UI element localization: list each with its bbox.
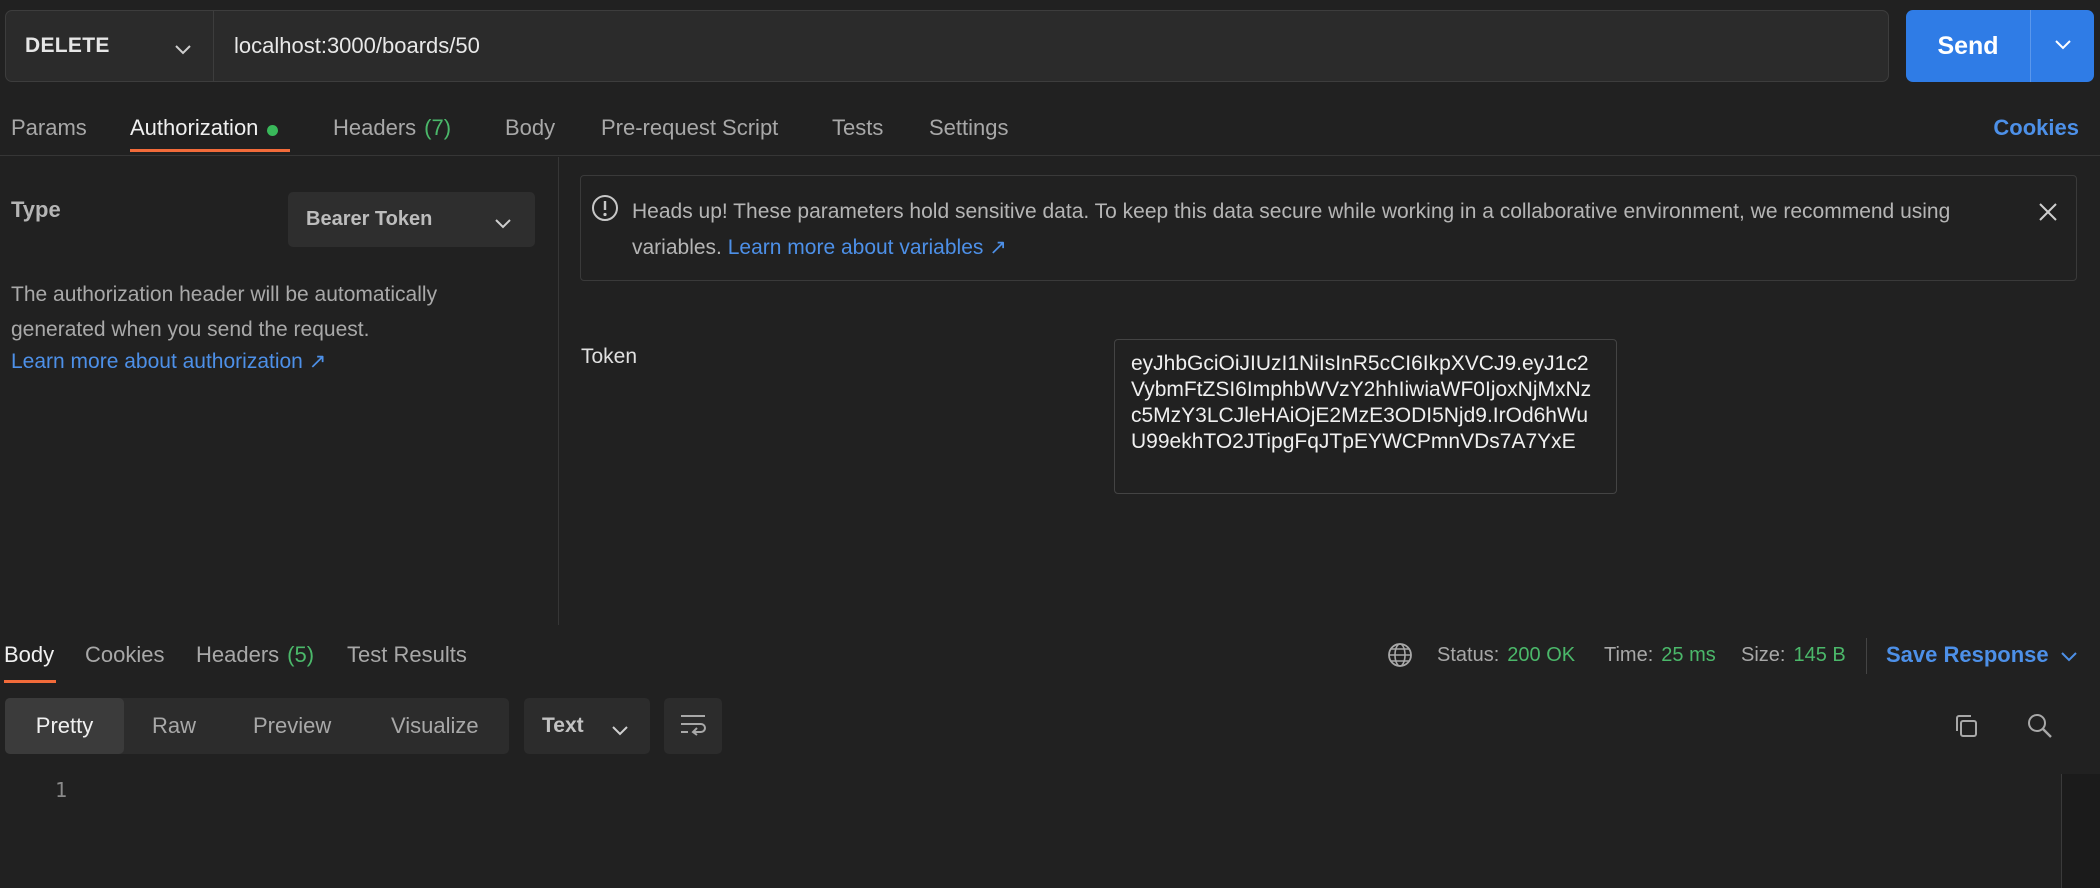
response-tab-cookies[interactable]: Cookies xyxy=(85,626,164,684)
send-button-group: Send xyxy=(1906,10,2094,82)
tab-label: Tests xyxy=(832,115,884,140)
wrap-lines-icon xyxy=(679,712,707,741)
tab-params[interactable]: Params xyxy=(11,100,87,156)
response-header: Body Cookies Headers (5) Test Results St… xyxy=(0,626,2100,684)
send-button[interactable]: Send xyxy=(1906,10,2030,82)
response-headers-count: (5) xyxy=(287,642,315,667)
close-icon[interactable] xyxy=(2038,202,2058,227)
globe-icon[interactable] xyxy=(1386,626,1414,684)
tab-label: Body xyxy=(505,115,556,140)
format-select[interactable]: Text xyxy=(524,698,650,754)
chevron-down-icon xyxy=(495,212,511,235)
auth-type-panel: Type Bearer Token The authorization head… xyxy=(0,157,559,625)
search-icon[interactable] xyxy=(2026,712,2054,745)
line-number: 1 xyxy=(55,778,68,802)
token-input[interactable]: eyJhbGciOiJIUzI1NiIsInR5cCI6IkpXVCJ9.eyJ… xyxy=(1114,339,1617,494)
copy-icon[interactable] xyxy=(1952,712,1980,745)
method-select[interactable]: DELETE xyxy=(6,11,214,81)
auth-config-panel: Heads up! These parameters hold sensitiv… xyxy=(560,157,2100,625)
auth-type-value: Bearer Token xyxy=(306,208,433,230)
active-tab-indicator xyxy=(130,149,290,152)
status-dot xyxy=(267,124,279,136)
chevron-down-icon xyxy=(2060,642,2077,668)
notice-text: Heads up! These parameters hold sensitiv… xyxy=(632,194,2032,266)
tab-label: Headers xyxy=(333,115,417,140)
tab-label: Params xyxy=(11,115,87,140)
vertical-scrollbar[interactable] xyxy=(2061,774,2100,888)
response-time: Time: 25 ms xyxy=(1604,626,1716,684)
view-raw[interactable]: Raw xyxy=(152,698,196,754)
chevron-down-icon xyxy=(2054,37,2071,55)
chevron-down-icon xyxy=(612,718,628,742)
tab-label: Pre-request Script xyxy=(601,115,779,140)
tab-settings[interactable]: Settings xyxy=(929,100,1009,156)
tab-label: Authorization xyxy=(130,115,259,140)
method-label: DELETE xyxy=(25,34,110,57)
wrap-lines-button[interactable] xyxy=(664,698,722,754)
tab-label: Cookies xyxy=(85,642,165,667)
auth-description: The authorization header will be automat… xyxy=(11,283,438,341)
save-response-button[interactable]: Save Response xyxy=(1886,626,2077,684)
format-value: Text xyxy=(542,714,584,737)
headers-count: (7) xyxy=(424,115,452,140)
active-response-tab-indicator xyxy=(4,680,56,683)
status-value: 200 OK xyxy=(1507,643,1576,666)
view-mode-switcher: Pretty Raw Preview Visualize xyxy=(5,698,509,754)
tab-pre-request-script[interactable]: Pre-request Script xyxy=(601,100,778,156)
tab-label: Headers xyxy=(196,642,280,667)
tab-authorization[interactable]: Authorization xyxy=(130,100,279,156)
save-response-label: Save Response xyxy=(1886,642,2049,667)
alert-icon xyxy=(591,194,619,227)
tab-tests[interactable]: Tests xyxy=(832,100,883,156)
size-label: Size: xyxy=(1741,643,1786,666)
response-size: Size: 145 B xyxy=(1741,626,1846,684)
tab-label: Settings xyxy=(929,115,1009,140)
auth-type-select[interactable]: Bearer Token xyxy=(288,192,535,247)
request-bar: DELETE localhost:3000/boards/50 Send xyxy=(0,0,2100,100)
url-container: DELETE localhost:3000/boards/50 xyxy=(5,10,1889,82)
response-tab-test-results[interactable]: Test Results xyxy=(347,626,467,684)
tab-body[interactable]: Body xyxy=(505,100,555,156)
size-value: 145 B xyxy=(1793,643,1846,666)
url-input[interactable]: localhost:3000/boards/50 xyxy=(234,11,480,81)
learn-more-authorization-link[interactable]: Learn more about authorization ↗ xyxy=(11,349,326,374)
status-label: Status: xyxy=(1437,643,1500,666)
tab-headers[interactable]: Headers (7) xyxy=(333,100,451,156)
sensitive-data-notice: Heads up! These parameters hold sensitiv… xyxy=(580,175,2077,281)
divider xyxy=(1866,638,1867,674)
response-tab-body[interactable]: Body xyxy=(4,626,54,684)
tab-label: Body xyxy=(4,642,55,667)
time-label: Time: xyxy=(1604,643,1654,666)
token-label: Token xyxy=(581,345,638,368)
api-client-window: DELETE localhost:3000/boards/50 Send Par… xyxy=(0,0,2100,888)
learn-more-variables-link[interactable]: Learn more about variables ↗ xyxy=(728,236,1007,259)
chevron-down-icon xyxy=(175,37,191,61)
view-preview[interactable]: Preview xyxy=(253,698,331,754)
time-value: 25 ms xyxy=(1661,643,1716,666)
response-body-editor[interactable]: 1 xyxy=(0,770,2100,888)
cookies-link[interactable]: Cookies xyxy=(1993,100,2079,156)
view-visualize[interactable]: Visualize xyxy=(391,698,479,754)
response-status: Status: 200 OK xyxy=(1437,626,1575,684)
tab-label: Test Results xyxy=(347,642,467,667)
request-tabs: Params Authorization Headers (7) Body Pr… xyxy=(0,100,2100,156)
response-view-toolbar: Pretty Raw Preview Visualize Text xyxy=(0,698,2100,756)
response-tab-headers[interactable]: Headers (5) xyxy=(196,626,314,684)
view-pretty[interactable]: Pretty xyxy=(5,698,124,754)
send-options-button[interactable] xyxy=(2031,10,2094,82)
type-label: Type xyxy=(11,197,61,222)
